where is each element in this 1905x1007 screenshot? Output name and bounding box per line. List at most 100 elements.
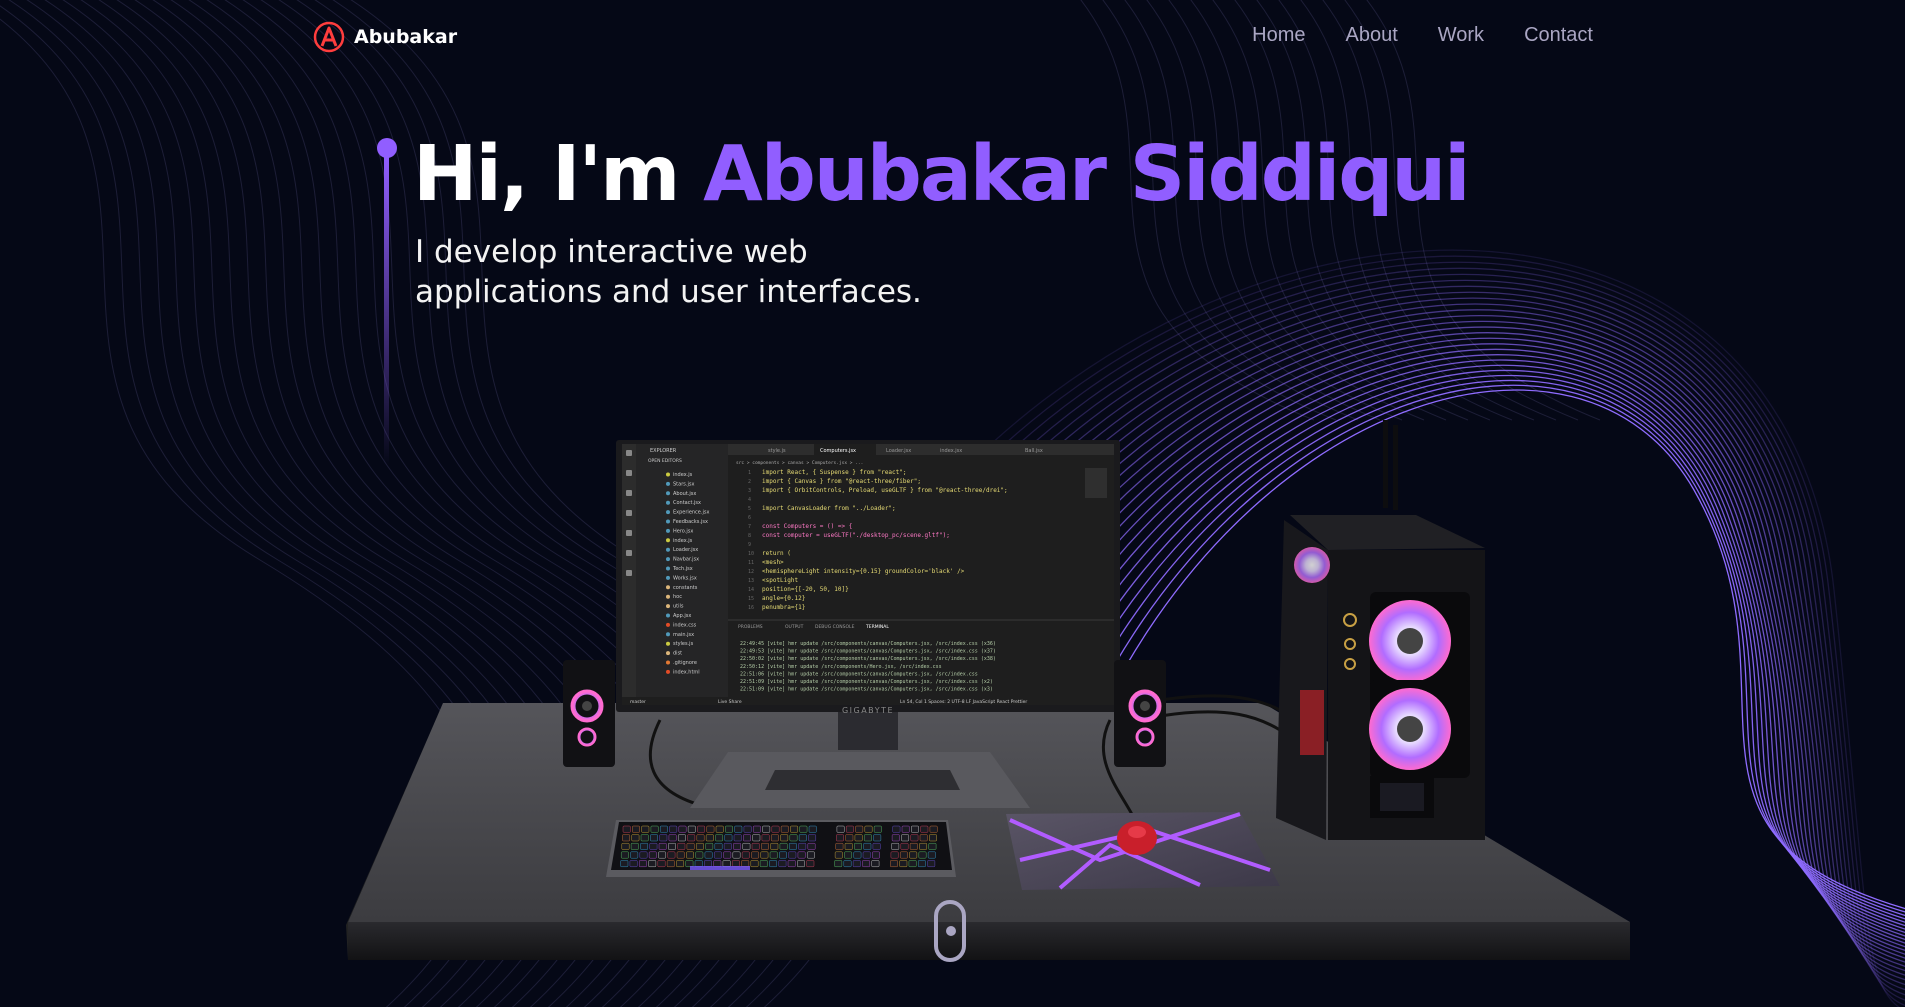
explorer-file-item[interactable]: constants xyxy=(673,585,698,591)
nav-link-work[interactable]: Work xyxy=(1438,24,1484,47)
code-line: import CanvasLoader from "../Loader"; xyxy=(762,505,896,512)
explorer-file-item[interactable]: hoc xyxy=(673,594,682,600)
explorer-file-item[interactable]: Contact.jsx xyxy=(673,500,701,506)
explorer-file-item[interactable]: main.jsx xyxy=(673,632,694,638)
keyboard-key xyxy=(909,842,918,850)
keyboard-key xyxy=(678,825,687,833)
keyboard-key xyxy=(927,860,936,868)
keyboard-key xyxy=(641,825,650,833)
keyboard-key xyxy=(751,842,760,850)
explorer-file-item[interactable]: Feedbacks.jsx xyxy=(673,519,708,525)
keyboard-key xyxy=(743,825,752,833)
nav-link-about[interactable]: About xyxy=(1345,24,1397,47)
keyboard-key xyxy=(789,834,798,842)
keyboard-key xyxy=(799,825,808,833)
line-number: 5 xyxy=(748,506,751,512)
keyboard-key xyxy=(687,834,696,842)
panel-tab[interactable]: DEBUG CONSOLE xyxy=(815,624,855,630)
keyboard-key xyxy=(694,860,703,868)
keyboard-key xyxy=(779,842,788,850)
explorer-file-item[interactable]: Navbar.jsx xyxy=(673,557,699,563)
keyboard-key xyxy=(788,851,797,859)
activity-bar-icon[interactable] xyxy=(626,450,632,456)
scroll-down-indicator[interactable] xyxy=(934,900,966,962)
keyboard-key xyxy=(659,825,668,833)
explorer-file-item[interactable]: Experience.jsx xyxy=(673,510,709,516)
activity-bar-icon[interactable] xyxy=(626,490,632,496)
editor-tab[interactable]: Computers.jsx xyxy=(820,448,856,454)
explorer-file-item[interactable]: index.css xyxy=(673,622,697,628)
keyboard-key xyxy=(836,834,844,842)
explorer-file-item[interactable]: Hero.jsx xyxy=(673,528,693,534)
keyboard-key xyxy=(891,834,900,842)
panel-tab[interactable]: TERMINAL xyxy=(865,624,889,630)
explorer-file-item[interactable]: Loader.jsx xyxy=(673,547,698,553)
keyboard-key xyxy=(620,860,629,868)
explorer-file-item[interactable]: Tech.jsx xyxy=(672,566,693,572)
editor-tab[interactable]: Ball.jsx xyxy=(1025,448,1043,454)
explorer-file-item[interactable]: dist xyxy=(673,651,682,657)
keyboard-key xyxy=(686,851,694,859)
file-icon xyxy=(666,622,670,627)
editor-tab[interactable]: style.js xyxy=(768,448,786,454)
activity-bar-icon[interactable] xyxy=(626,570,632,576)
activity-bar-icon[interactable] xyxy=(626,530,632,536)
editor-tab[interactable]: index.jsx xyxy=(940,448,962,454)
keyboard-key xyxy=(843,860,852,868)
keyboard-key xyxy=(631,834,640,842)
status-right: Ln 54, Col 1 Spaces: 2 UTF-8 LF JavaScri… xyxy=(900,699,1027,705)
file-icon xyxy=(666,557,670,562)
explorer-file-item[interactable]: index.js xyxy=(673,472,693,478)
terminal-line: 22:50:02 [vite] hmr update /src/componen… xyxy=(740,656,996,662)
file-icon xyxy=(666,660,670,665)
explorer-file-item[interactable]: styles.js xyxy=(673,641,694,647)
keyboard-key xyxy=(890,860,898,868)
keyboard-key xyxy=(650,834,658,842)
editor-tab[interactable]: Loader.jsx xyxy=(886,448,911,454)
hero-title: Hi, I'm Abubakar Siddiqui xyxy=(413,120,1471,230)
keyboard-key xyxy=(706,825,715,833)
keyboard-key xyxy=(798,834,807,842)
keyboard-key xyxy=(864,825,873,833)
panel-tab[interactable]: OUTPUT xyxy=(785,624,804,630)
explorer-file-item[interactable]: index.html xyxy=(673,669,700,675)
keyboard-key xyxy=(872,851,880,859)
explorer-file-item[interactable]: index.js xyxy=(673,538,693,544)
keyboard-key xyxy=(928,842,937,850)
nav-link-home[interactable]: Home xyxy=(1252,24,1305,47)
monitor: GIGABYTE EXPLORER OPEN EDITORS index.js S… xyxy=(616,440,1120,715)
explorer-file-item[interactable]: App.jsx xyxy=(673,613,691,619)
line-number: 2 xyxy=(748,479,751,485)
keyboard-key xyxy=(639,851,648,859)
keyboard-key xyxy=(714,842,723,850)
keyboard-key xyxy=(676,860,685,868)
activity-bar-icon[interactable] xyxy=(626,470,632,476)
keyboard-key xyxy=(632,825,640,833)
nav-link-contact[interactable]: Contact xyxy=(1524,24,1593,47)
logo-link[interactable]: Abubakar xyxy=(313,19,457,55)
explorer-file-item[interactable]: Works.jsx xyxy=(673,575,697,581)
code-line: import React, { Suspense } from "react"; xyxy=(762,469,907,476)
keyboard-key xyxy=(741,860,750,868)
keyboard-key xyxy=(862,851,871,859)
keyboard-key xyxy=(715,834,724,842)
keyboard-key xyxy=(723,851,732,859)
keyboard-key xyxy=(713,851,722,859)
keyboard-key xyxy=(908,860,917,868)
activity-bar-icon[interactable] xyxy=(626,550,632,556)
keyboard-rgb-strip xyxy=(690,866,750,870)
panel-tab[interactable]: PROBLEMS xyxy=(738,624,763,630)
explorer-file-item[interactable]: About.jsx xyxy=(673,491,696,497)
keyboard-key xyxy=(722,860,731,868)
keyboard-key xyxy=(808,825,817,833)
keyboard-key xyxy=(685,860,694,868)
activity-bar-icon[interactable] xyxy=(626,510,632,516)
explorer-file-item[interactable]: Stars.jsx xyxy=(673,481,694,487)
keyboard-key xyxy=(892,825,901,833)
code-line: <hemisphereLight intensity={0.15} ground… xyxy=(762,568,965,575)
keyboard-key xyxy=(629,860,638,868)
file-icon xyxy=(666,472,670,477)
explorer-file-item[interactable]: utils xyxy=(673,604,684,610)
explorer-file-item[interactable]: .gitignore xyxy=(673,660,697,666)
keyboard-key xyxy=(910,834,919,842)
